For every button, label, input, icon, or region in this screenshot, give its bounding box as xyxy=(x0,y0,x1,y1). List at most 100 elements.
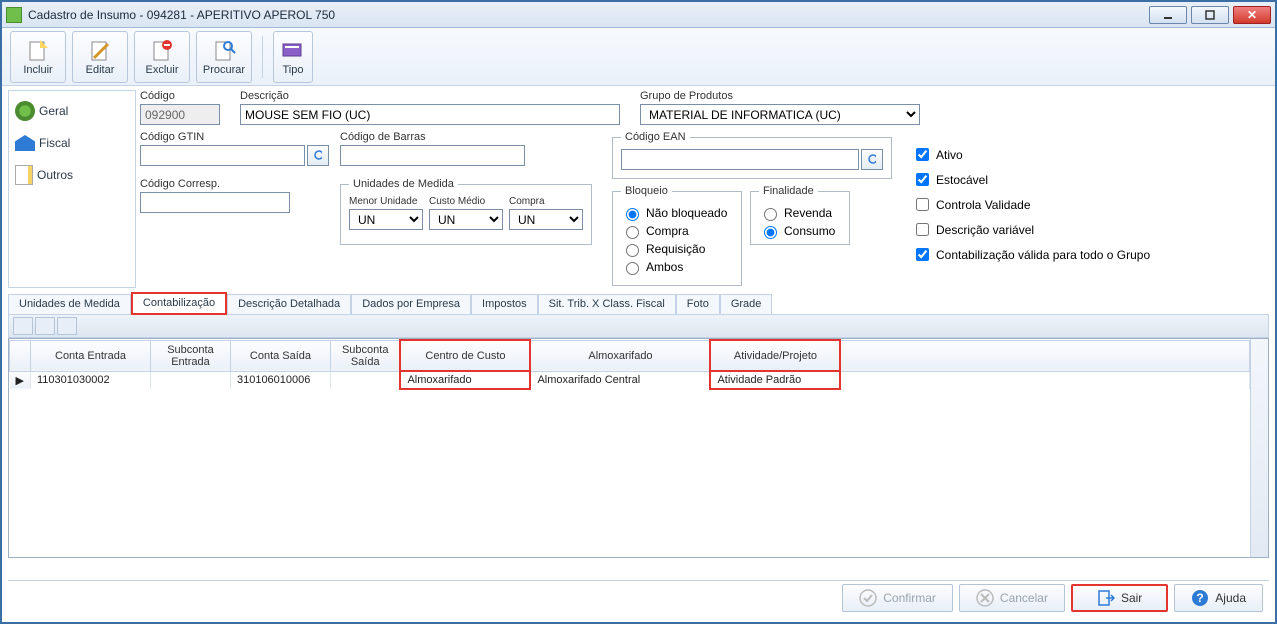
fin-revenda-label: Revenda xyxy=(784,206,832,220)
validade-label: Controla Validade xyxy=(936,198,1031,212)
sair-button[interactable]: Sair xyxy=(1071,584,1168,612)
search-icon xyxy=(868,154,876,166)
new-icon xyxy=(26,38,50,62)
bloqueio-fieldset: Bloqueio Não bloqueado Compra Requisição… xyxy=(612,185,742,286)
sair-label: Sair xyxy=(1121,591,1142,605)
sidebar-item-geral[interactable]: Geral xyxy=(13,99,131,123)
tab-contabilizacao[interactable]: Contabilização xyxy=(131,292,227,315)
tab-foto[interactable]: Foto xyxy=(676,294,720,314)
gtin-search-button[interactable] xyxy=(307,145,329,166)
cell-centro-custo[interactable]: Almoxarifado xyxy=(400,371,530,389)
col-conta-entrada[interactable]: Conta Entrada xyxy=(30,340,150,371)
unidades-fieldset: Unidades de Medida Menor Unidade UN Cust… xyxy=(340,178,592,245)
cell-conta-entrada[interactable]: 110301030002 xyxy=(30,371,150,389)
codigo-label: Código xyxy=(140,90,220,102)
check-icon xyxy=(859,589,877,607)
confirmar-label: Confirmar xyxy=(883,591,936,605)
tab-impostos[interactable]: Impostos xyxy=(471,294,538,314)
cancelar-button: Cancelar xyxy=(959,584,1065,612)
cell-conta-saida[interactable]: 310106010006 xyxy=(230,371,330,389)
tab-grade[interactable]: Grade xyxy=(720,294,773,314)
custo-select[interactable]: UN xyxy=(429,209,503,230)
compra-select[interactable]: UN xyxy=(509,209,583,230)
confirmar-button: Confirmar xyxy=(842,584,953,612)
grid-scrollbar[interactable] xyxy=(1250,339,1268,557)
tab-sittrib[interactable]: Sit. Trib. X Class. Fiscal xyxy=(538,294,676,314)
fin-consumo-radio[interactable] xyxy=(764,226,777,239)
ajuda-label: Ajuda xyxy=(1215,591,1246,605)
grid-tool-2[interactable] xyxy=(35,317,55,335)
ean-search-button[interactable] xyxy=(861,149,883,170)
descvar-label: Descrição variável xyxy=(936,223,1034,237)
row-indicator-header xyxy=(10,340,31,371)
gtin-input[interactable] xyxy=(140,145,305,166)
col-almoxarifado[interactable]: Almoxarifado xyxy=(530,340,710,371)
help-icon: ? xyxy=(1191,589,1209,607)
corresp-input[interactable] xyxy=(140,192,290,213)
exit-icon xyxy=(1097,589,1115,607)
contgrupo-label: Contabilização válida para todo o Grupo xyxy=(936,248,1150,262)
excluir-button[interactable]: Excluir xyxy=(134,31,190,83)
corresp-label: Código Corresp. xyxy=(140,178,290,190)
menor-select[interactable]: UN xyxy=(349,209,423,230)
detail-tabs: Unidades de Medida Contabilização Descri… xyxy=(8,292,1269,314)
bloq-nao-label: Não bloqueado xyxy=(646,206,727,220)
app-icon xyxy=(6,7,22,23)
finalidade-fieldset: Finalidade Revenda Consumo xyxy=(750,185,850,245)
grupo-select[interactable]: MATERIAL DE INFORMATICA (UC) xyxy=(640,104,920,125)
sidebar-item-fiscal[interactable]: Fiscal xyxy=(13,133,131,153)
col-centro-custo[interactable]: Centro de Custo xyxy=(400,340,530,371)
barras-label: Código de Barras xyxy=(340,131,525,143)
fin-revenda-radio[interactable] xyxy=(764,208,777,221)
barras-input[interactable] xyxy=(340,145,525,166)
bloq-compra-radio[interactable] xyxy=(626,226,639,239)
col-sub-saida[interactable]: Subconta Saída xyxy=(330,340,400,371)
editar-button[interactable]: Editar xyxy=(72,31,128,83)
incluir-label: Incluir xyxy=(23,64,52,76)
globe-icon xyxy=(15,101,35,121)
bloq-compra-label: Compra xyxy=(646,224,689,238)
ativo-label: Ativo xyxy=(936,148,963,162)
grid-tool-3[interactable] xyxy=(57,317,77,335)
bloq-nao-radio[interactable] xyxy=(626,208,639,221)
cell-sub-entrada[interactable] xyxy=(150,371,230,389)
grid-tool-1[interactable] xyxy=(13,317,33,335)
maximize-button[interactable] xyxy=(1191,6,1229,24)
cancel-icon xyxy=(976,589,994,607)
row-indicator: ▶ xyxy=(10,371,31,389)
close-button[interactable]: ✕ xyxy=(1233,6,1271,24)
estocavel-label: Estocável xyxy=(936,173,988,187)
descvar-checkbox[interactable] xyxy=(916,223,929,236)
col-conta-saida[interactable]: Conta Saída xyxy=(230,340,330,371)
bloq-req-radio[interactable] xyxy=(626,244,639,257)
incluir-button[interactable]: Incluir xyxy=(10,31,66,83)
minimize-button[interactable] xyxy=(1149,6,1187,24)
cell-sub-saida[interactable] xyxy=(330,371,400,389)
estocavel-checkbox[interactable] xyxy=(916,173,929,186)
ativo-checkbox[interactable] xyxy=(916,148,929,161)
bloq-ambos-radio[interactable] xyxy=(626,262,639,275)
cell-atividade[interactable]: Atividade Padrão xyxy=(710,371,840,389)
tab-dados[interactable]: Dados por Empresa xyxy=(351,294,471,314)
contgrupo-checkbox[interactable] xyxy=(916,248,929,261)
col-atividade[interactable]: Atividade/Projeto xyxy=(710,340,840,371)
descricao-input[interactable] xyxy=(240,104,620,125)
sidebar-item-outros[interactable]: Outros xyxy=(13,163,131,187)
table-row[interactable]: ▶ 110301030002 310106010006 Almoxarifado… xyxy=(10,371,1250,389)
tipo-label: Tipo xyxy=(283,64,304,76)
tab-descricao[interactable]: Descrição Detalhada xyxy=(227,294,351,314)
editar-label: Editar xyxy=(86,64,115,76)
tab-unidades[interactable]: Unidades de Medida xyxy=(8,294,131,314)
validade-checkbox[interactable] xyxy=(916,198,929,211)
cell-almoxarifado[interactable]: Almoxarifado Central xyxy=(530,371,710,389)
ajuda-button[interactable]: ? Ajuda xyxy=(1174,584,1263,612)
tipo-button[interactable]: Tipo xyxy=(273,31,313,83)
tipo-icon xyxy=(281,38,305,62)
toolbar-separator xyxy=(262,36,263,78)
bloqueio-legend: Bloqueio xyxy=(621,185,672,197)
grid-toolbar xyxy=(8,314,1269,338)
ean-input[interactable] xyxy=(621,149,859,170)
sidebar-outros-label: Outros xyxy=(37,168,73,182)
procurar-button[interactable]: Procurar xyxy=(196,31,252,83)
col-sub-entrada[interactable]: Subconta Entrada xyxy=(150,340,230,371)
